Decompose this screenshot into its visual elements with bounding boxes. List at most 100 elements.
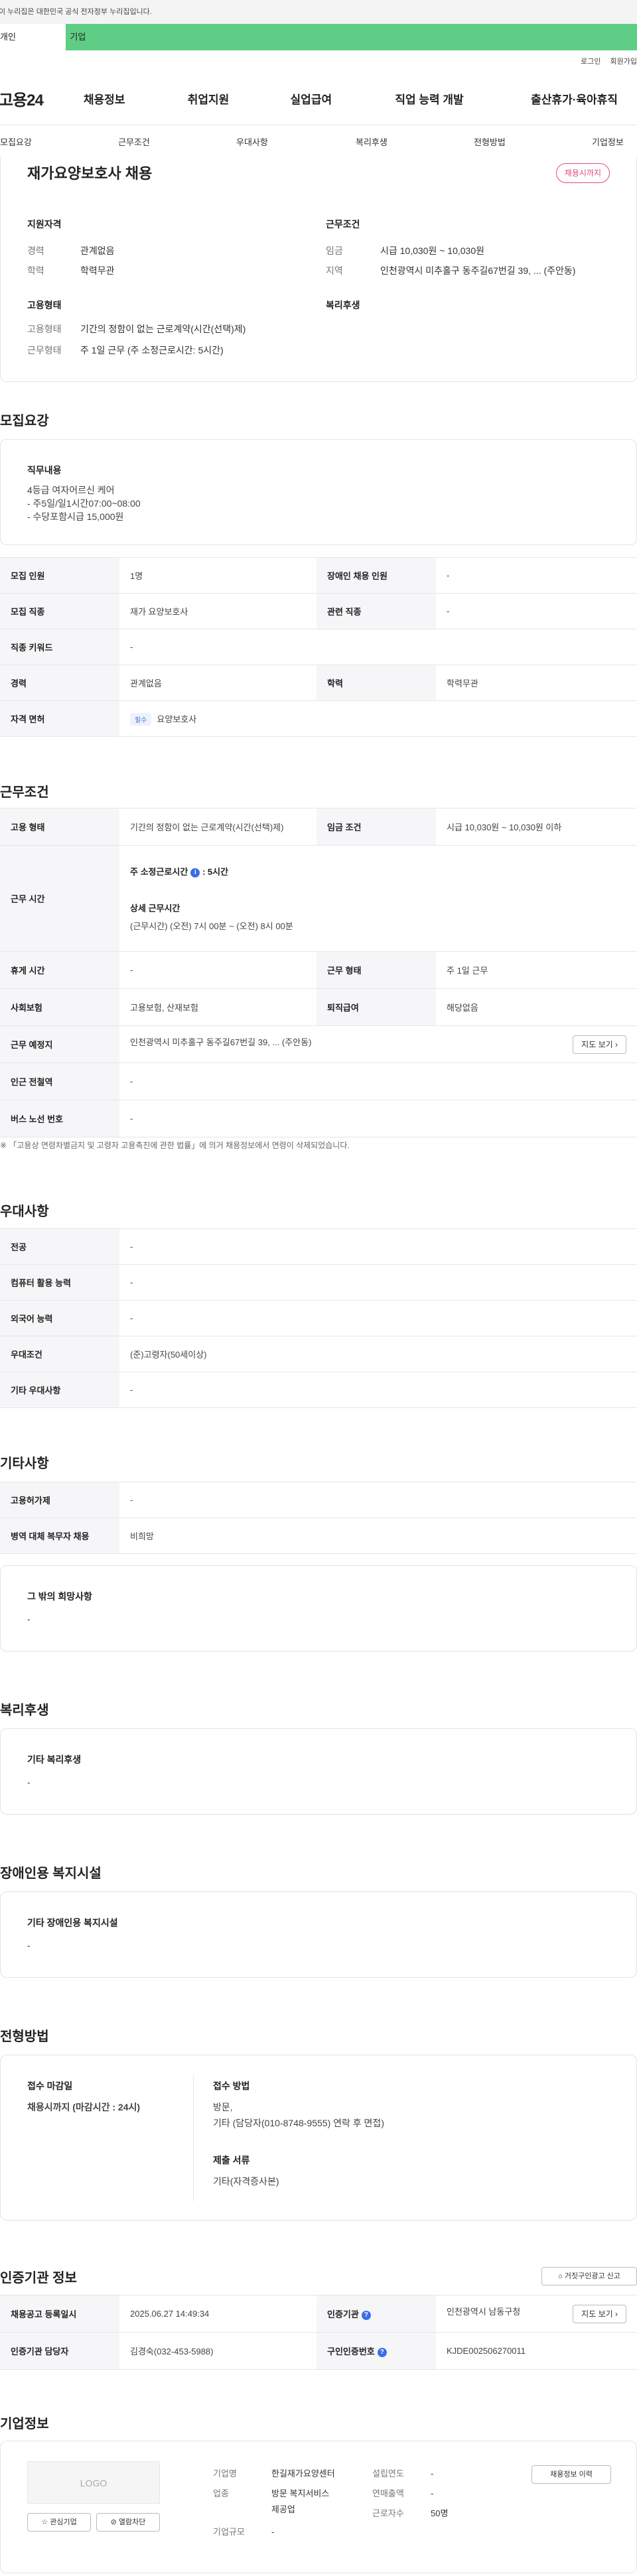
job-value: 재가 요양보호사 — [119, 593, 317, 629]
welfare-label: 복리후생 — [326, 300, 360, 310]
founded-value: - — [431, 2469, 434, 2479]
required-tag: 필수 — [130, 712, 152, 726]
gnb-employment-support[interactable]: 취업지원 — [188, 90, 291, 107]
org-cell: 인천광역시 남동구청 지도 보기 › — [436, 2295, 637, 2333]
welfare-card: 기타 복리후생 - — [0, 1728, 637, 1815]
rest-key: 휴게 시간 — [0, 951, 119, 989]
divider — [193, 2075, 194, 2201]
disabled-card: 기타 장애인용 복지시설 - — [0, 1892, 637, 1978]
employees-value: 50명 — [431, 2508, 449, 2518]
pref-cond-key: 우대조건 — [0, 1336, 119, 1372]
global-nav: 고용24 채용정보 취업지원 실업급여 직업 능력 개발 출산휴가·육아휴직 — [0, 72, 637, 125]
map-button[interactable]: 지도 보기 › — [573, 1035, 626, 1054]
anchor-nav: 모집요강 근무조건 우대사항 복리후생 전형방법 기업정보 — [0, 125, 637, 158]
signup-link[interactable]: 회원가입 — [610, 56, 637, 66]
selection-card: 접수 마감일 채용시까지 (마감시간 : 24시) 접수 방법 방문, 기타 (… — [0, 2055, 637, 2221]
military-value: 비희망 — [119, 1517, 637, 1554]
info-icon[interactable]: i — [190, 868, 200, 877]
bus-key: 버스 노선 번호 — [0, 1100, 119, 1137]
docs-value: 기타(자격증사본) — [213, 2176, 279, 2187]
job-key: 모집 직종 — [0, 593, 119, 629]
subway-value: - — [119, 1063, 637, 1100]
cname-value: 한길재가요양센터 — [271, 2469, 335, 2479]
site-logo[interactable]: 고용24 — [0, 87, 84, 110]
lang-value: - — [119, 1300, 637, 1336]
duty-line-3: - 수당포함시급 15,000원 — [27, 511, 124, 522]
duty-line-2: - 주5일/일1시간07:00~08:00 — [27, 498, 141, 509]
org-info-icon[interactable]: ? — [361, 2310, 371, 2320]
size-value: - — [271, 2527, 275, 2537]
jobno-info-icon[interactable]: ? — [377, 2347, 387, 2357]
wage-row-value: 시급 10,030원 ~ 10,030원 이하 — [436, 808, 637, 846]
bus-value: - — [119, 1100, 637, 1137]
anchor-work[interactable]: 근무조건 — [118, 135, 150, 148]
recruit-table: 모집 인원 1명 장애인 채용 인원 - 모집 직종 재가 요양보호사 관련 직… — [0, 557, 637, 737]
edu-row-key: 학력 — [317, 665, 436, 701]
disabled-value: - — [436, 557, 637, 594]
login-link[interactable]: 로그인 — [581, 56, 601, 66]
rest-value: - — [119, 951, 317, 989]
gnb-skill-development[interactable]: 직업 능력 개발 — [395, 90, 531, 107]
other-table: 고용허가제 - 병역 대체 복무자 채용 비희망 — [0, 1482, 637, 1554]
size-key: 기업규모 — [213, 2527, 245, 2537]
emptype-value: 기간의 정함이 없는 근로계약(시간(선택)제) — [80, 324, 246, 334]
emp-label: 고용형태 — [27, 300, 62, 310]
work-table: 고용 형태 기간의 정함이 없는 근로계약(시간(선택)제) 임금 조건 시급 … — [0, 808, 637, 1137]
company-logo: LOGO — [27, 2461, 160, 2504]
anchor-company[interactable]: 기업정보 — [592, 135, 624, 148]
career-key: 경력 — [27, 245, 44, 256]
shift-value: 주 1일 근무 — [436, 951, 637, 989]
place-key: 근무 예정지 — [0, 1025, 119, 1063]
docs-label: 제출 서류 — [213, 2155, 250, 2165]
report-button[interactable]: ⌂ 거짓구인광고 신고 — [541, 2267, 637, 2286]
cond-label: 근무조건 — [326, 219, 360, 229]
anchor-welfare[interactable]: 복리후생 — [356, 135, 388, 148]
pc-key: 컴퓨터 활용 능력 — [0, 1264, 119, 1301]
subway-key: 인근 전철역 — [0, 1063, 119, 1100]
shift-key: 근무 형태 — [317, 951, 436, 989]
tab-personal[interactable]: 개인 — [0, 24, 66, 50]
related-value: - — [436, 593, 637, 629]
cert-heading: 인증기관 정보 — [0, 2271, 77, 2286]
report-icon: ⌂ — [558, 2272, 563, 2280]
star-icon: ☆ — [41, 2518, 48, 2526]
deadline-label: 접수 마감일 — [27, 2081, 73, 2091]
block-button[interactable]: ⊘ 열람차단 — [96, 2513, 160, 2532]
tab-company[interactable]: 기업 — [66, 24, 637, 50]
block-icon: ⊘ — [110, 2518, 117, 2526]
disabled-etc-label: 기타 장애인용 복지시설 — [27, 1917, 118, 1928]
summary-card: 재가요양보호사 채용 채용시까지 지원자격 경력 관계없음 학력 학력무관 근무조건… — [0, 157, 637, 382]
company-heading: 기업정보 — [0, 2417, 49, 2431]
org-key: 인증기관? — [317, 2295, 436, 2333]
career-row-value: 관계없음 — [119, 665, 317, 701]
anchor-pref[interactable]: 우대사항 — [236, 135, 268, 148]
device-key: 고용허가제 — [0, 1482, 119, 1518]
worktype-value: 주 1일 근무 (주 소정근로시간: 5시간) — [80, 345, 224, 355]
deadline-value: 채용시까지 (마감시간 : 24시) — [27, 2102, 141, 2112]
anchor-recruit[interactable]: 모집요강 — [0, 135, 32, 148]
hours-title: 주 소정근로시간 — [130, 867, 188, 877]
employees-key: 근로자수 — [372, 2508, 404, 2518]
anchor-selection[interactable]: 전형방법 — [474, 135, 506, 148]
welfare-etc-value: - — [27, 1777, 31, 1787]
recruit-heading: 모집요강 — [0, 414, 49, 428]
gnb-unemployment-benefit[interactable]: 실업급여 — [291, 90, 395, 107]
pref-etc-value: - — [119, 1372, 637, 1408]
emptype-row-key: 고용 형태 — [0, 808, 119, 846]
gnb-recruit[interactable]: 채용정보 — [84, 90, 188, 107]
disabled-etc-value: - — [27, 1940, 31, 1951]
hours-value: : 5시간 — [202, 867, 229, 877]
gnb-parental-leave[interactable]: 출산휴가·육아휴직 — [531, 90, 637, 107]
utility-links: 로그인 회원가입 — [0, 50, 637, 72]
wage-key: 임금 — [326, 245, 343, 256]
hope-value: - — [27, 1614, 31, 1624]
area-value: 인천광역시 미추홀구 동주길67번길 39, ... (주안동) — [380, 265, 576, 276]
severance-key: 퇴직급여 — [317, 988, 436, 1026]
welfare-heading: 복리후생 — [0, 1703, 49, 1718]
fav-company-button[interactable]: ☆ 관심기업 — [27, 2513, 91, 2532]
org-value: 인천광역시 남동구청 — [447, 2306, 521, 2317]
org-map-button[interactable]: 지도 보기 › — [573, 2304, 626, 2323]
history-button[interactable]: 채용정보 이력 — [531, 2465, 611, 2484]
top-tabs: 개인 기업 — [0, 24, 637, 50]
hope-label: 그 밖의 희망사항 — [27, 1591, 92, 1602]
